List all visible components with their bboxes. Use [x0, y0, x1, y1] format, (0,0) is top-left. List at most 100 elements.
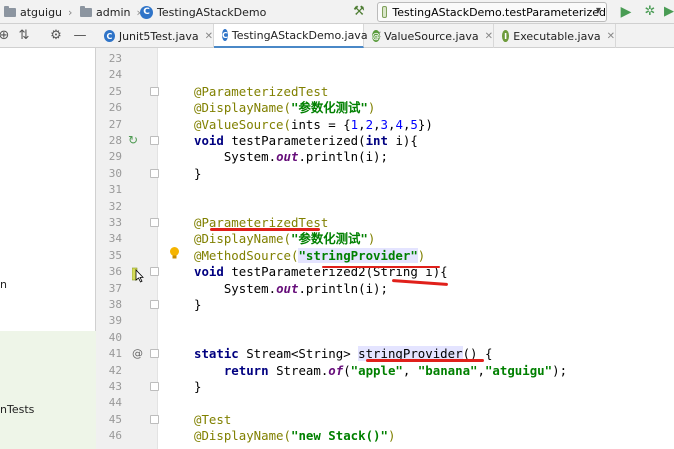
implements-icon[interactable]: @ [132, 347, 143, 360]
keyword: void [194, 133, 232, 148]
editor-tab-bar: C Junit5Test.java ✕ C TestingAStackDemo.… [96, 24, 674, 48]
tab-junit5test[interactable]: C Junit5Test.java ✕ [96, 24, 214, 48]
code-text: } [194, 165, 202, 181]
fold-marker-icon[interactable] [150, 87, 159, 96]
line-number: 39 [108, 314, 122, 328]
line-number: 34 [108, 232, 122, 246]
code-text: ints = { [290, 116, 351, 132]
class-icon: C [140, 5, 153, 19]
close-icon[interactable]: ✕ [607, 31, 615, 42]
code-text: , [358, 116, 366, 132]
coverage-icon[interactable]: ▶ [664, 3, 674, 21]
class-icon: C [222, 29, 228, 41]
line-number: 31 [108, 183, 122, 197]
line-number: 30 [108, 166, 122, 180]
code-text: testParameterized( [231, 133, 366, 148]
bug-icon[interactable]: ✲ [642, 3, 658, 21]
annotation: @ValueSource( [194, 116, 291, 132]
code-line-42: return Stream.of("apple", "banana","atgu… [194, 363, 567, 379]
number-literal: 5 [410, 116, 418, 132]
run-configuration-label: TestingAStackDemo.testParameterized [392, 5, 606, 19]
close-icon[interactable]: ✕ [485, 31, 493, 42]
string-literal: "banana" [417, 362, 478, 378]
fold-marker-icon[interactable] [150, 382, 159, 391]
globe-icon[interactable]: ⊕ [0, 27, 12, 45]
annotation: @Test [194, 411, 232, 427]
run-configuration-select[interactable]: TestingAStackDemo.testParameterized ▾ [377, 2, 607, 22]
fold-marker-icon[interactable] [150, 415, 159, 424]
code-text: .println(i); [298, 149, 388, 165]
keyword: void [194, 264, 232, 280]
annotation: ) [417, 247, 426, 263]
breadcrumb-class[interactable]: C TestingAStackDemo [140, 4, 266, 20]
line-number: 23 [108, 52, 122, 65]
string-literal: "stringProvider" [298, 247, 418, 263]
red-underline-annotation [366, 359, 484, 362]
run-test-icon[interactable]: ↻ [128, 133, 142, 147]
fold-marker-icon[interactable] [150, 169, 159, 178]
annotation: @DisplayName( [194, 231, 291, 247]
tab-valuesource[interactable]: @ ValueSource.java ✕ [364, 24, 494, 48]
navigation-bar: atguigu › admin › C TestingAStackDemo ⚒ … [0, 0, 674, 24]
breadcrumb-label: atguigu [20, 5, 63, 19]
interface-icon: I [502, 30, 510, 42]
number-literal: 3 [380, 116, 389, 132]
fold-marker-icon[interactable] [150, 267, 159, 276]
project-panel: ⊕ ⇅ ⚙ — n nTests [0, 24, 96, 449]
line-number: 32 [108, 199, 122, 213]
static-method: of [328, 362, 344, 378]
lightbulb-icon[interactable] [168, 246, 181, 260]
annotation: ) [387, 428, 396, 444]
code-text: Stream<String> [246, 346, 359, 362]
line-number: 33 [108, 216, 122, 229]
line-number: 25 [108, 84, 122, 98]
string-literal: "atguigu" [484, 362, 553, 378]
static-field: out [276, 149, 299, 165]
breadcrumb-module[interactable]: admin › [80, 4, 141, 20]
code-text: } [194, 297, 202, 312]
code-text: }) [417, 116, 433, 132]
project-toolbar: ⊕ ⇅ ⚙ — [0, 24, 96, 48]
tree-item-label[interactable]: n [0, 278, 7, 291]
line-number: 26 [108, 101, 122, 115]
code-text: , [402, 362, 418, 378]
line-number: 41 [108, 347, 122, 361]
code-line-37: System.out.println(i); [194, 281, 388, 297]
collapse-icon[interactable]: ⇅ [16, 27, 32, 45]
line-number: 44 [108, 396, 122, 410]
annotation: ) [367, 231, 376, 247]
red-underline-annotation [322, 266, 440, 268]
tree-item-label[interactable]: nTests [0, 403, 34, 416]
fold-marker-icon[interactable] [150, 136, 159, 145]
tab-executable[interactable]: I Executable.java ✕ [494, 24, 616, 48]
string-literal: "apple" [350, 362, 403, 378]
hammer-icon[interactable]: ⚒ [351, 4, 367, 20]
code-text: , [477, 362, 485, 378]
breadcrumb-project[interactable]: atguigu › [4, 4, 72, 20]
settings-icon[interactable]: ⚙ [48, 27, 64, 45]
code-line-29: System.out.println(i); [194, 149, 388, 165]
annotation: ) [367, 100, 376, 116]
line-number: 38 [108, 298, 122, 311]
line-number: 43 [108, 380, 122, 393]
breadcrumb-label: admin [96, 5, 131, 19]
keyword: int [365, 133, 396, 148]
fold-marker-icon[interactable] [150, 218, 159, 227]
tab-label: Executable.java [513, 29, 601, 43]
fold-marker-icon[interactable] [150, 300, 159, 309]
tab-testingastackdemo[interactable]: C TestingAStackDemo.java ✕ [214, 24, 382, 48]
tab-label: Junit5Test.java [118, 29, 199, 43]
static-field: out [276, 280, 299, 296]
string-literal: "new Stack()" [290, 428, 388, 444]
play-icon[interactable]: ▶ [618, 3, 634, 21]
code-text: } [194, 379, 202, 394]
breadcrumb-label: TestingAStackDemo [157, 5, 267, 19]
class-icon: C [104, 30, 115, 42]
number-literal: 4 [395, 116, 403, 132]
minus-icon[interactable]: — [72, 27, 88, 45]
fold-marker-icon[interactable] [150, 349, 159, 358]
code-line-46: @DisplayName("new Stack()") [194, 428, 395, 444]
annotation: @ParameterizedTest [194, 83, 329, 99]
close-icon[interactable]: ✕ [205, 31, 213, 42]
annotation: @DisplayName( [194, 428, 291, 444]
